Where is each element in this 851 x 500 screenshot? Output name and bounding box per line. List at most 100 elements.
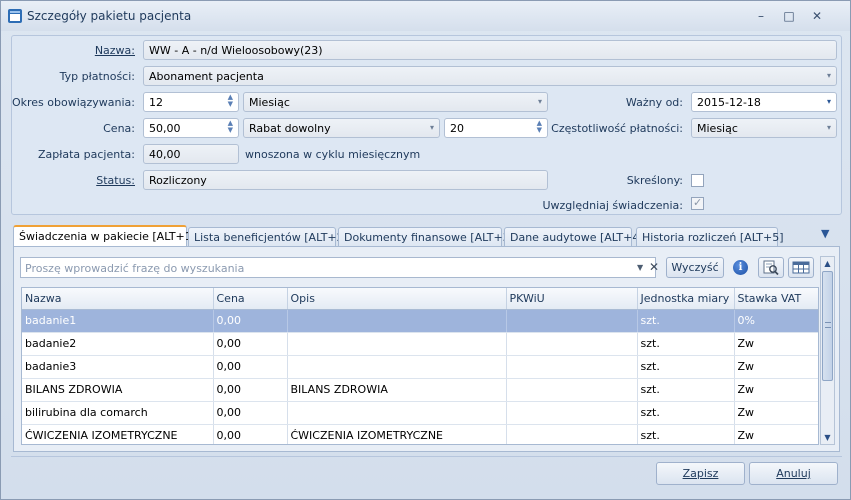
- spinner-arrows-icon[interactable]: ▲ ▼: [228, 120, 233, 134]
- search-settings-button[interactable]: [758, 257, 784, 278]
- payment-type-dropdown[interactable]: Abonament pacjenta ▾: [143, 66, 837, 86]
- payment-type-value: Abonament pacjenta: [149, 70, 264, 83]
- valid-from-value: 2015-12-18: [697, 96, 761, 109]
- checkmark-icon: ✓: [693, 196, 703, 209]
- tab-settlement-history[interactable]: Historia rozliczeń [ALT+5]: [636, 227, 784, 247]
- price-label: Cena:: [103, 122, 135, 135]
- tab-menu-icon[interactable]: ▼: [821, 227, 829, 240]
- tab-audit-data[interactable]: Dane audytowe [ALT+4]: [504, 227, 644, 247]
- column-header-description[interactable]: Opis: [287, 288, 507, 310]
- table-row[interactable]: badanie3 0,00 szt. Zw: [22, 355, 818, 379]
- maximize-button[interactable]: □: [779, 7, 799, 25]
- table-row[interactable]: ĆWICZENIA IZOMETRYCZNE 0,00 ĆWICZENIA IZ…: [22, 424, 818, 444]
- deleted-checkbox[interactable]: [691, 174, 704, 187]
- valid-from-label: Ważny od:: [625, 96, 683, 109]
- payment-freq-label: Częstotliwość płatności:: [551, 122, 683, 135]
- cell-pkwiu: [506, 332, 638, 356]
- search-clear-icon[interactable]: ✕: [649, 260, 659, 274]
- cell-unit: szt.: [637, 332, 735, 356]
- cell-description: [287, 355, 507, 379]
- column-header-pkwiu[interactable]: PKWiU: [506, 288, 638, 310]
- column-header-vat[interactable]: Stawka VAT: [734, 288, 818, 310]
- tab-services[interactable]: Świadczenia w pakiecie [ALT+1]: [13, 225, 196, 247]
- scroll-up-icon[interactable]: ▲: [821, 257, 834, 270]
- cell-description: [287, 309, 507, 333]
- table-row[interactable]: badanie2 0,00 szt. Zw: [22, 332, 818, 356]
- save-button[interactable]: Zapisz: [656, 462, 745, 485]
- status-value: Rozliczony: [149, 174, 207, 187]
- minimize-button[interactable]: –: [751, 7, 771, 25]
- table-row[interactable]: BILANS ZDROWIA 0,00 BILANS ZDROWIA szt. …: [22, 378, 818, 402]
- validity-unit-value: Miesiąc: [249, 96, 290, 109]
- chevron-down-icon: ▾: [537, 97, 542, 106]
- title-bar: Szczegóły pakietu pacjenta – □ ✕: [1, 1, 850, 31]
- cell-price: 0,00: [213, 332, 288, 356]
- discount-type-dropdown[interactable]: Rabat dowolny ▾: [243, 118, 440, 138]
- table-row[interactable]: bilirubina dla comarch 0,00 szt. Zw: [22, 401, 818, 425]
- table-row[interactable]: badanie1 0,00 szt. 0%: [22, 309, 818, 333]
- search-dropdown-icon[interactable]: ▼: [637, 263, 643, 272]
- include-services-label: Uwzględniaj świadczenia:: [542, 199, 683, 212]
- cell-name: bilirubina dla comarch: [22, 401, 214, 425]
- cell-price: 0,00: [213, 401, 288, 425]
- services-panel: Proszę wprowadzić frazę do wyszukania ▼ …: [13, 246, 840, 452]
- column-header-name[interactable]: Nazwa: [22, 288, 214, 310]
- cell-description: ĆWICZENIA IZOMETRYCZNE: [287, 424, 507, 444]
- patient-payment-note: wnoszona w cyklu miesięcznym: [245, 148, 421, 161]
- scrollbar-thumb[interactable]: [822, 271, 833, 381]
- name-value: WW - A - n/d Wieloosobowy(23): [149, 44, 323, 57]
- chevron-down-icon: ▾: [826, 71, 831, 80]
- cell-name: ĆWICZENIA IZOMETRYCZNE: [22, 424, 214, 444]
- close-button[interactable]: ✕: [807, 7, 827, 25]
- validity-unit-dropdown[interactable]: Miesiąc ▾: [243, 92, 548, 112]
- cell-unit: szt.: [637, 355, 735, 379]
- name-field[interactable]: WW - A - n/d Wieloosobowy(23): [143, 40, 837, 60]
- deleted-label: Skreślony:: [626, 174, 683, 187]
- cell-unit: szt.: [637, 378, 735, 402]
- discount-value-spinner[interactable]: 20 ▲ ▼: [444, 118, 548, 138]
- cell-description: [287, 401, 507, 425]
- table-view-button[interactable]: [788, 257, 814, 278]
- scroll-down-icon[interactable]: ▼: [821, 431, 834, 444]
- cell-pkwiu: [506, 401, 638, 425]
- cell-description: [287, 332, 507, 356]
- cell-vat: Zw: [734, 378, 818, 402]
- cancel-button[interactable]: Anuluj: [749, 462, 838, 485]
- cell-unit: szt.: [637, 309, 735, 333]
- cell-pkwiu: [506, 424, 638, 444]
- patient-payment-label: Zapłata pacjenta:: [37, 148, 135, 161]
- cell-pkwiu: [506, 309, 638, 333]
- cell-unit: szt.: [637, 401, 735, 425]
- cell-vat: Zw: [734, 401, 818, 425]
- cell-description: BILANS ZDROWIA: [287, 378, 507, 402]
- valid-from-datepicker[interactable]: 2015-12-18 ▾: [691, 92, 837, 112]
- tab-financial-documents[interactable]: Dokumenty finansowe [ALT+3]: [338, 227, 514, 247]
- price-spinner[interactable]: 50,00 ▲ ▼: [143, 118, 239, 138]
- chevron-down-icon: ▾: [429, 123, 434, 132]
- tab-beneficiaries[interactable]: Lista beneficjentów [ALT+2]: [188, 227, 348, 247]
- footer-divider: [11, 456, 842, 457]
- cell-price: 0,00: [213, 424, 288, 444]
- payment-freq-dropdown[interactable]: Miesiąc ▾: [691, 118, 837, 138]
- dialog-window: Szczegóły pakietu pacjenta – □ ✕ Nazwa: …: [0, 0, 851, 500]
- app-icon: [8, 9, 22, 23]
- payment-freq-value: Miesiąc: [697, 122, 738, 135]
- validity-label: Okres obowiązywania:: [11, 96, 135, 109]
- search-input[interactable]: Proszę wprowadzić frazę do wyszukania: [20, 257, 656, 278]
- cell-name: badanie2: [22, 332, 214, 356]
- cancel-button-label: Anuluj: [776, 467, 811, 480]
- validity-value: 12: [149, 96, 163, 109]
- services-table: Nazwa Cena Opis PKWiU Jednostka miary St…: [21, 287, 819, 445]
- spinner-arrows-icon[interactable]: ▲ ▼: [228, 94, 233, 108]
- clear-button[interactable]: Wyczyść: [666, 257, 724, 278]
- table-header-row: Nazwa Cena Opis PKWiU Jednostka miary St…: [22, 288, 818, 310]
- validity-spinner[interactable]: 12 ▲ ▼: [143, 92, 239, 112]
- column-header-price[interactable]: Cena: [213, 288, 288, 310]
- column-header-unit[interactable]: Jednostka miary: [637, 288, 735, 310]
- spinner-arrows-icon[interactable]: ▲ ▼: [537, 120, 542, 134]
- cell-name: badanie1: [22, 309, 214, 333]
- info-icon[interactable]: i: [733, 260, 748, 275]
- include-services-checkbox[interactable]: ✓: [691, 196, 704, 210]
- table-grid-icon: [792, 261, 810, 274]
- table-scrollbar[interactable]: ▲ ▼: [820, 256, 835, 445]
